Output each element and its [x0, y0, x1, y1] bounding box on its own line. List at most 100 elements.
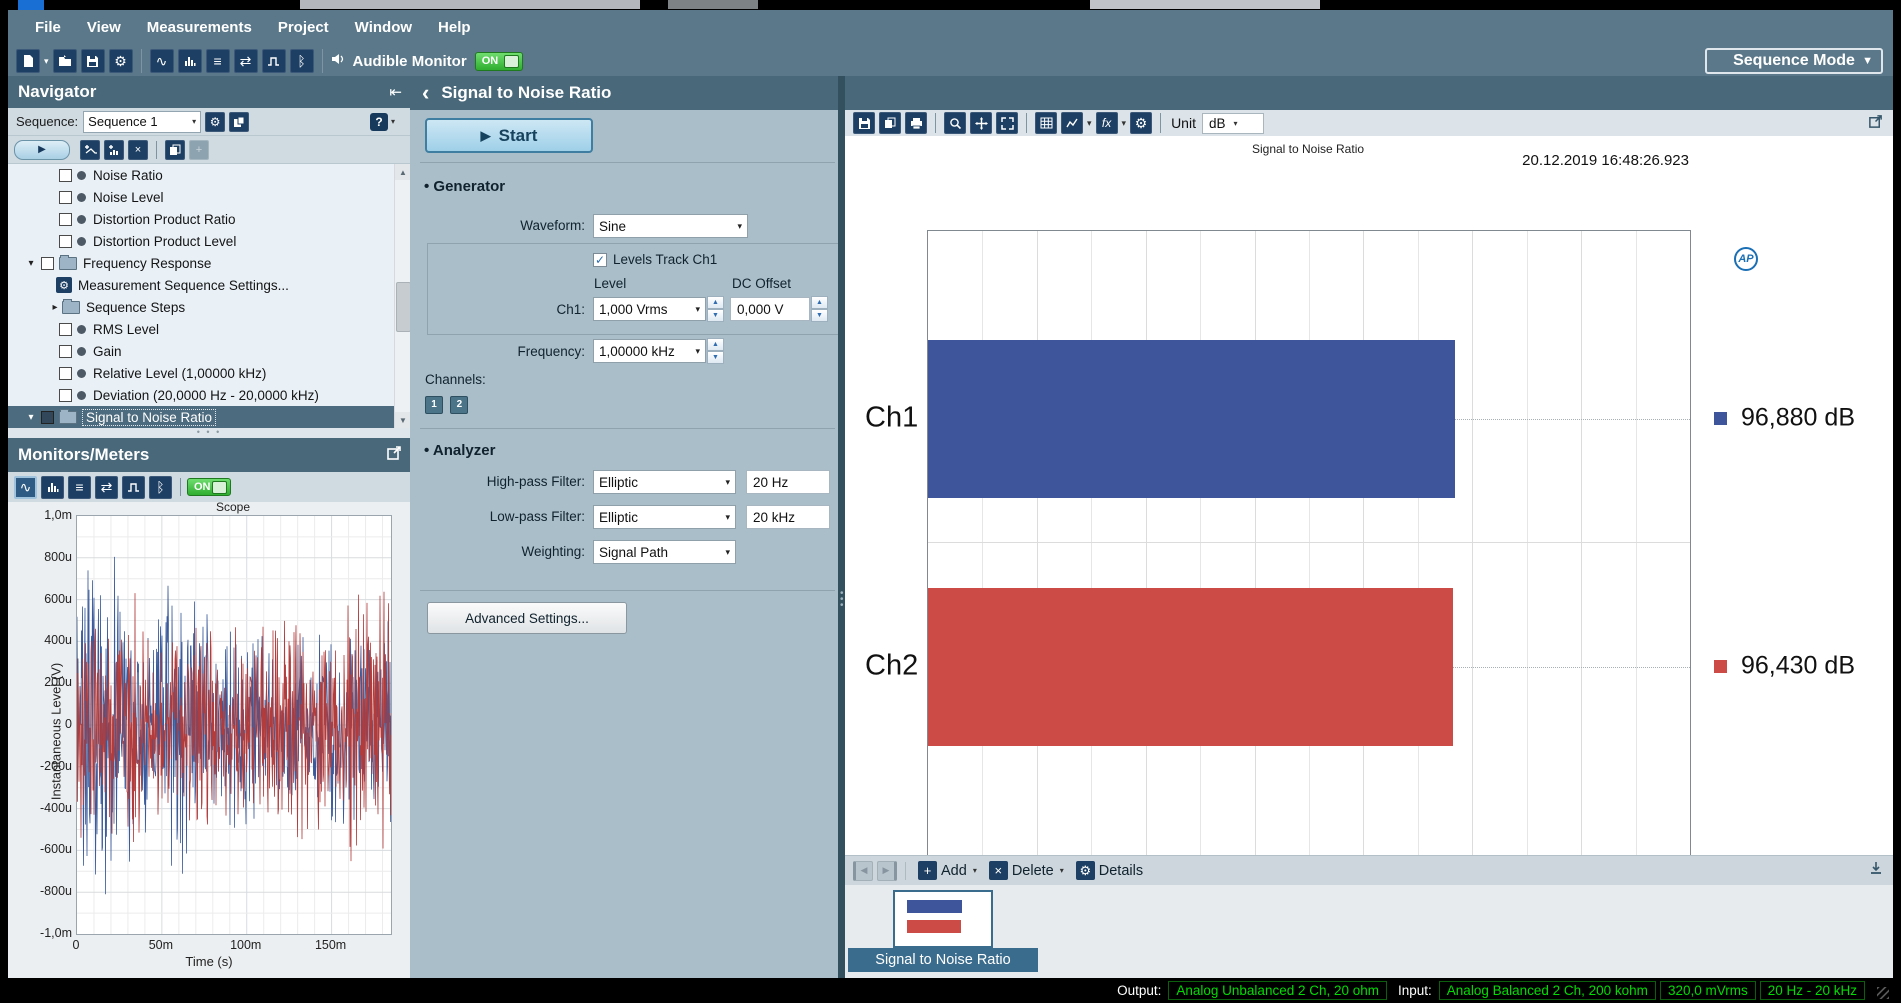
- channel-2-button[interactable]: 2: [450, 396, 468, 414]
- pulse-monitor-icon[interactable]: [262, 49, 286, 73]
- pulse-view-icon[interactable]: [122, 476, 145, 499]
- data-table-icon[interactable]: [1035, 112, 1057, 134]
- waveform-select[interactable]: Sine ▾: [593, 214, 748, 238]
- tree-item[interactable]: RMS Level: [8, 318, 394, 340]
- io-view-icon[interactable]: ⇄: [95, 476, 118, 499]
- dc-offset-field[interactable]: 0,000 V: [730, 297, 810, 321]
- graph-thumbnail[interactable]: [893, 890, 993, 948]
- save-graph-icon[interactable]: [853, 112, 875, 134]
- tree-checkbox[interactable]: [59, 191, 72, 204]
- tree-item[interactable]: Noise Level: [8, 186, 394, 208]
- frequency-spinner[interactable]: ▲▼: [707, 338, 724, 364]
- input-status-value[interactable]: 20 Hz - 20 kHz: [1760, 981, 1865, 1000]
- meters-view-icon[interactable]: ≡: [68, 476, 91, 499]
- input-status-value[interactable]: 320,0 mVrms: [1660, 981, 1756, 1000]
- pan-icon[interactable]: [970, 112, 992, 134]
- print-icon[interactable]: [905, 112, 927, 134]
- low-pass-freq-field[interactable]: 20 kHz: [746, 505, 830, 529]
- new-project-caret-icon[interactable]: ▾: [44, 56, 49, 67]
- menu-file[interactable]: File: [22, 19, 74, 36]
- tree-checkbox[interactable]: [59, 169, 72, 182]
- low-pass-select[interactable]: Elliptic ▾: [593, 505, 736, 529]
- tree-item[interactable]: ⚙Measurement Sequence Settings...: [8, 274, 394, 296]
- tree-checkbox[interactable]: [41, 411, 54, 424]
- ch1-level-select[interactable]: 1,000 Vrms ▾: [593, 297, 706, 321]
- save-project-icon[interactable]: [81, 49, 105, 73]
- tree-item[interactable]: Distortion Product Level: [8, 230, 394, 252]
- tree-item[interactable]: ▾Signal to Noise Ratio: [8, 406, 394, 428]
- add-generator-step-icon[interactable]: [80, 140, 100, 160]
- scope-view-icon[interactable]: ∿: [14, 476, 37, 499]
- input-status-value[interactable]: Analog Balanced 2 Ch, 200 kohm: [1439, 981, 1656, 1000]
- high-pass-select[interactable]: Elliptic ▾: [593, 470, 736, 494]
- tree-checkbox[interactable]: [59, 389, 72, 402]
- expand-arrow-icon[interactable]: ▾: [24, 412, 38, 423]
- graph-settings-gear-icon[interactable]: ⚙: [1130, 112, 1152, 134]
- open-project-icon[interactable]: [53, 49, 77, 73]
- menu-project[interactable]: Project: [265, 19, 342, 36]
- help-button[interactable]: ? ▾: [370, 112, 400, 132]
- meters-list-icon[interactable]: ≡: [206, 49, 230, 73]
- high-pass-freq-field[interactable]: 20 Hz: [746, 470, 830, 494]
- add-caret-icon[interactable]: ▾: [973, 866, 977, 875]
- tree-checkbox[interactable]: [59, 323, 72, 336]
- channel-1-button[interactable]: 1: [425, 396, 443, 414]
- delete-step-icon[interactable]: ×: [128, 140, 148, 160]
- popout-graph-icon[interactable]: [1868, 114, 1883, 134]
- output-value[interactable]: Analog Unbalanced 2 Ch, 20 ohm: [1168, 981, 1387, 1000]
- tree-item[interactable]: ▸Sequence Steps: [8, 296, 394, 318]
- scope-monitor-icon[interactable]: ∿: [150, 49, 174, 73]
- menu-help[interactable]: Help: [425, 19, 484, 36]
- menu-window[interactable]: Window: [342, 19, 425, 36]
- scroll-up-icon[interactable]: ▲: [395, 164, 411, 180]
- new-project-icon[interactable]: [16, 49, 40, 73]
- delete-caret-icon[interactable]: ▾: [1060, 866, 1064, 875]
- delete-icon[interactable]: ×: [989, 861, 1008, 880]
- tree-checkbox[interactable]: [59, 213, 72, 226]
- unit-select[interactable]: dB ▾: [1202, 113, 1264, 134]
- export-strip-icon[interactable]: [1869, 861, 1883, 880]
- tree-scrollbar[interactable]: ▲ ▼: [394, 164, 410, 428]
- graph-type-caret-icon[interactable]: ▾: [1087, 118, 1092, 129]
- tree-item[interactable]: Distortion Product Ratio: [8, 208, 394, 230]
- weighting-select[interactable]: Signal Path ▾: [593, 540, 736, 564]
- settings-gear-icon[interactable]: ⚙: [109, 49, 133, 73]
- run-sequence-button[interactable]: ▶: [14, 140, 70, 160]
- start-button[interactable]: ▶ Start: [425, 118, 593, 153]
- function-caret-icon[interactable]: ▾: [1122, 118, 1127, 129]
- tree-checkbox[interactable]: [59, 235, 72, 248]
- panel-splitter[interactable]: •••: [838, 76, 845, 978]
- dc-offset-spinner[interactable]: ▲▼: [811, 296, 828, 322]
- frequency-select[interactable]: 1,00000 kHz ▾: [593, 339, 706, 363]
- sequence-lock-icon[interactable]: [229, 112, 249, 132]
- bluetooth-icon[interactable]: ᛒ: [290, 49, 314, 73]
- expand-arrow-icon[interactable]: ▾: [24, 258, 38, 269]
- tree-item[interactable]: ▾Frequency Response: [8, 252, 394, 274]
- tree-item[interactable]: Deviation (20,0000 Hz - 20,0000 kHz): [8, 384, 394, 406]
- fit-view-icon[interactable]: [996, 112, 1018, 134]
- tree-checkbox[interactable]: [41, 257, 54, 270]
- add-analyzer-step-icon[interactable]: [104, 140, 124, 160]
- tree-item[interactable]: Relative Level (1,00000 kHz): [8, 362, 394, 384]
- level-spinner[interactable]: ▲▼: [707, 296, 724, 322]
- monitors-on-toggle[interactable]: ON: [187, 478, 231, 496]
- delete-label[interactable]: Delete: [1012, 863, 1054, 879]
- tree-item[interactable]: Noise Ratio: [8, 164, 394, 186]
- panel-splitter-handle[interactable]: • • •: [8, 428, 410, 438]
- resize-grip[interactable]: [1877, 987, 1889, 999]
- collapse-panel-icon[interactable]: ⇤: [389, 83, 402, 101]
- signal-path-icon[interactable]: ⇄: [234, 49, 258, 73]
- tree-item[interactable]: Gain: [8, 340, 394, 362]
- menu-measurements[interactable]: Measurements: [134, 19, 265, 36]
- scrollbar-thumb[interactable]: [396, 282, 411, 332]
- function-icon[interactable]: fx: [1096, 112, 1118, 134]
- details-label[interactable]: Details: [1099, 863, 1143, 879]
- expand-arrow-icon[interactable]: ▸: [48, 302, 62, 313]
- thumbnail-label[interactable]: Signal to Noise Ratio: [848, 948, 1038, 972]
- zoom-icon[interactable]: [944, 112, 966, 134]
- levels-track-checkbox[interactable]: ✓: [593, 253, 607, 267]
- details-gear-icon[interactable]: ⚙: [1076, 861, 1095, 880]
- graph-type-icon[interactable]: [1061, 112, 1083, 134]
- fft-monitor-icon[interactable]: [178, 49, 202, 73]
- tree-checkbox[interactable]: [59, 367, 72, 380]
